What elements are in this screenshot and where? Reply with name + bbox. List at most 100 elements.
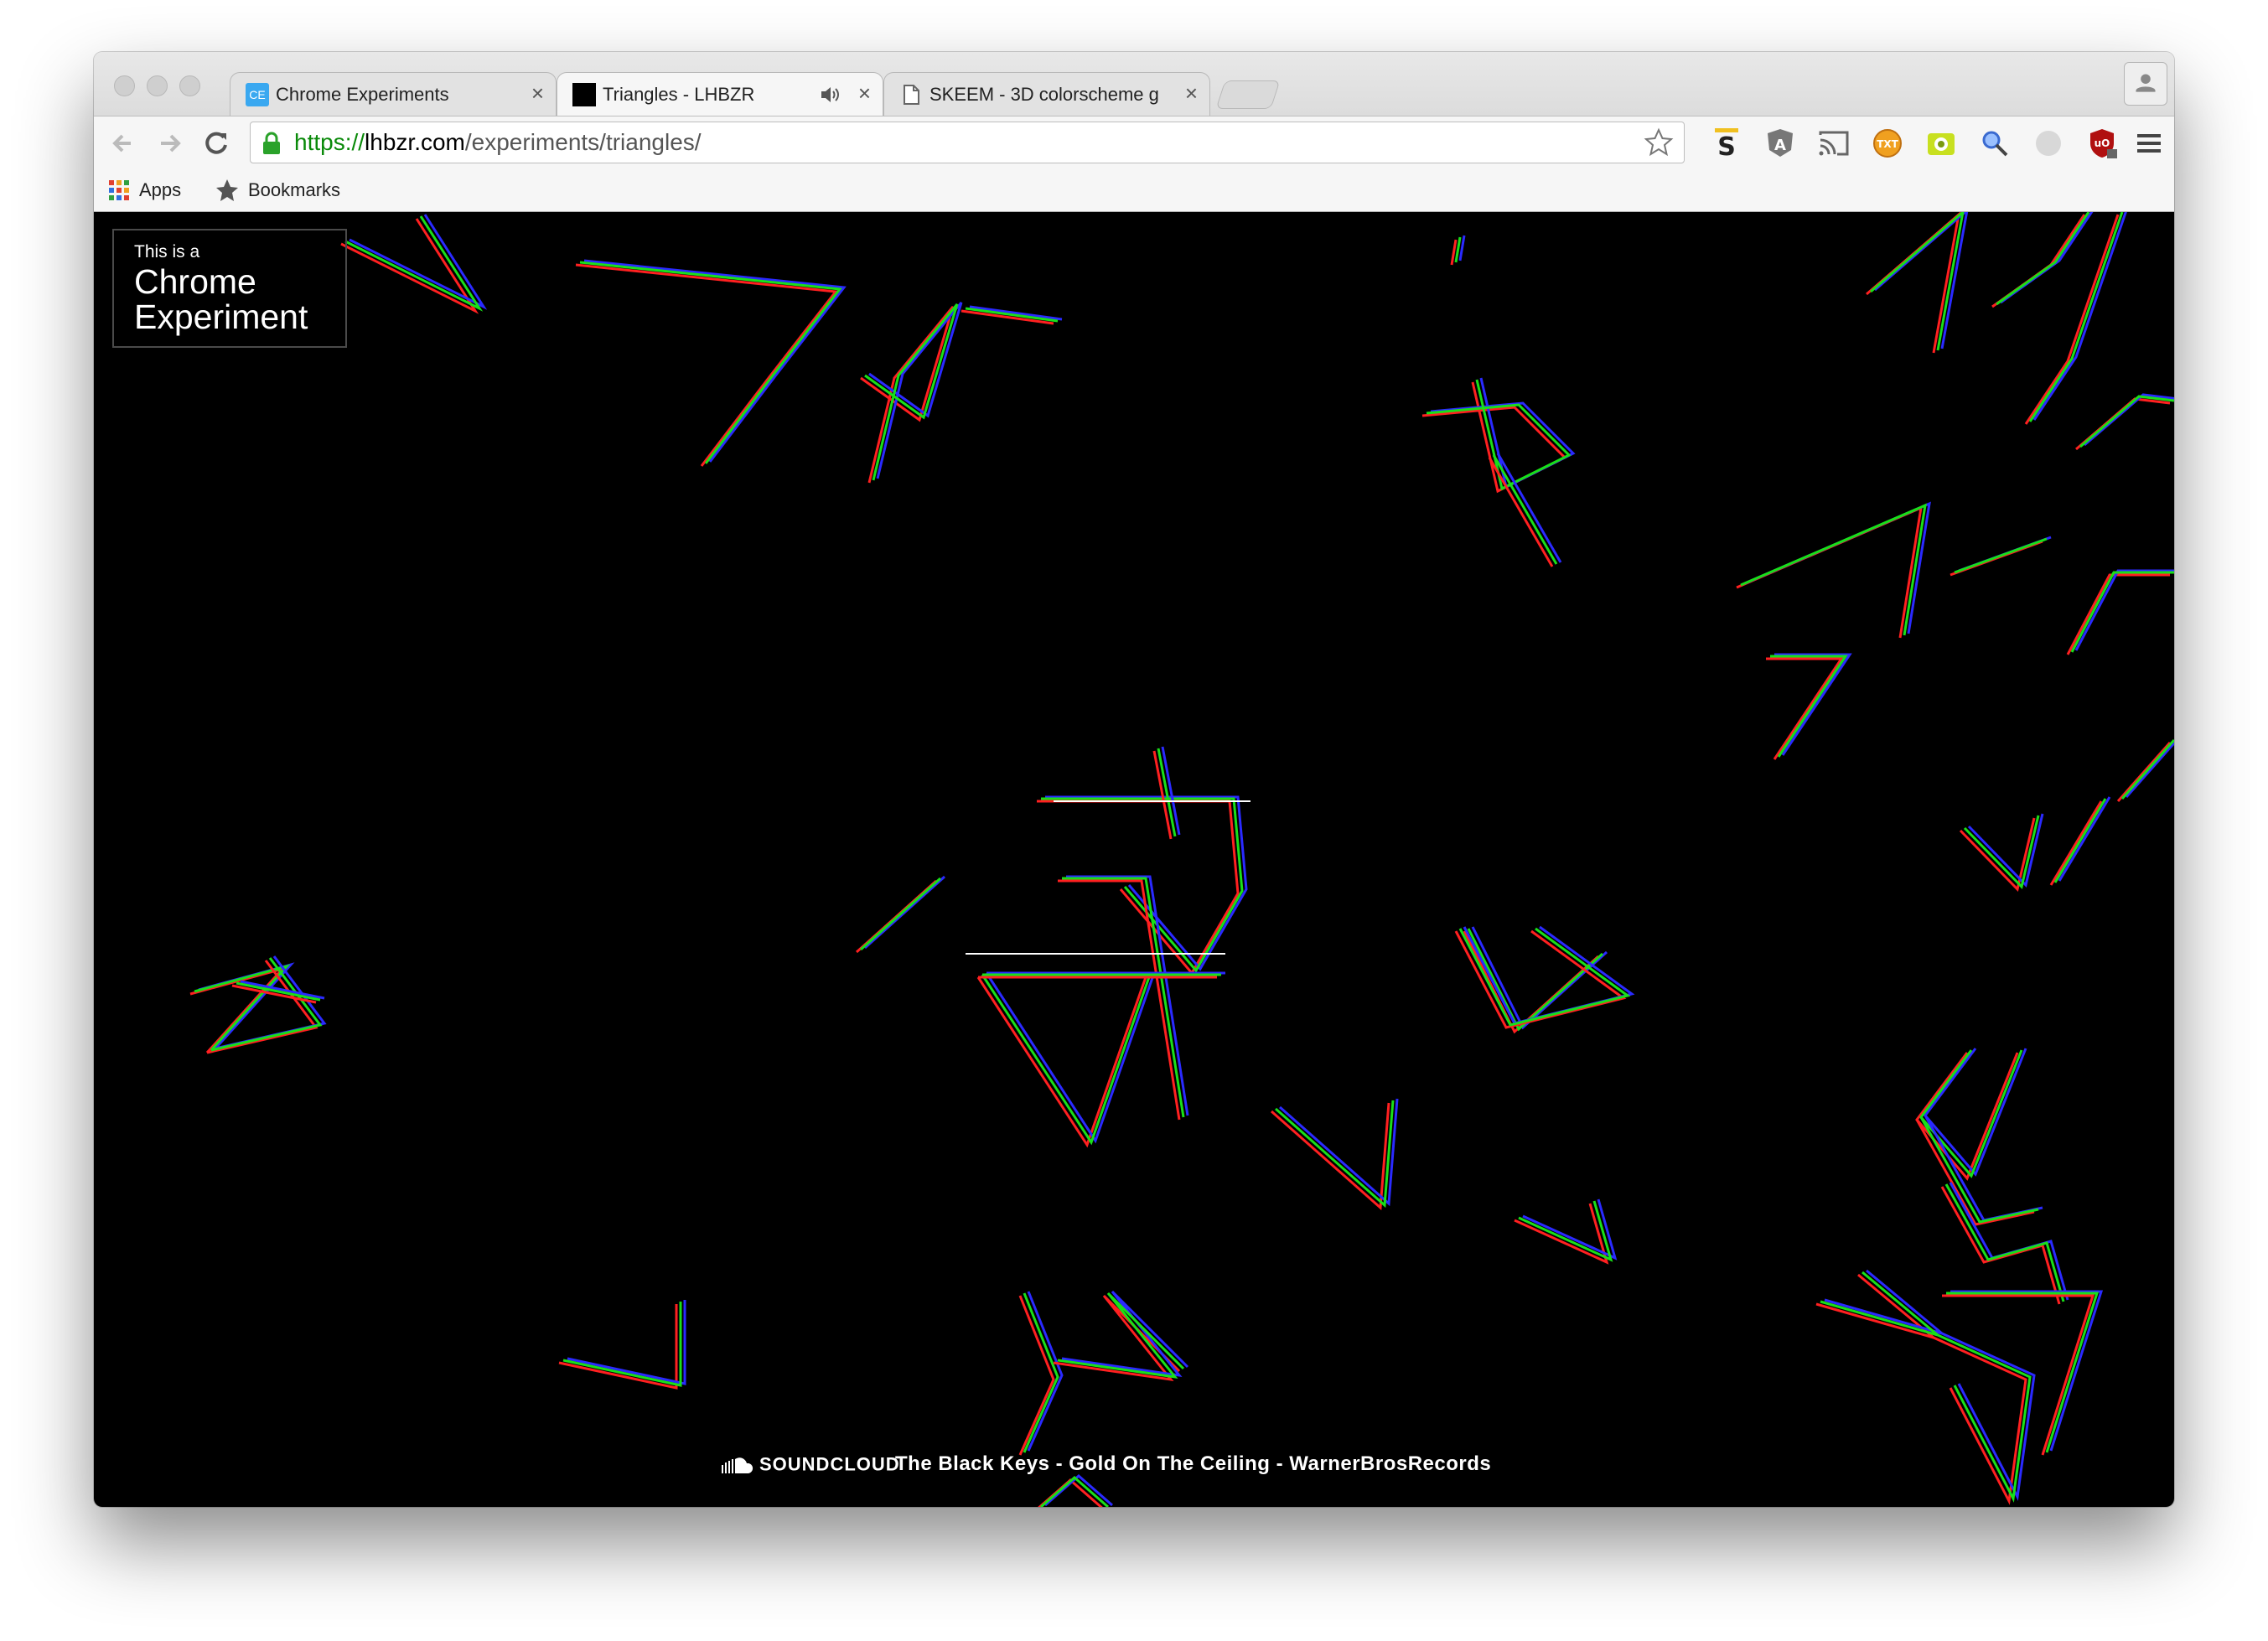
browser-window: CE Chrome Experiments × Triangles - LHBZ… bbox=[94, 52, 2174, 1507]
triangle-stroke bbox=[2070, 571, 2174, 653]
stylebot-icon[interactable]: S bbox=[1710, 127, 1743, 160]
bookmark-star-icon[interactable] bbox=[1644, 127, 1674, 158]
triangle-stroke bbox=[1874, 212, 1969, 349]
tab-title: Triangles - LHBZR bbox=[603, 84, 755, 105]
triangle-stroke bbox=[2053, 798, 2107, 883]
triangle-stroke bbox=[2024, 214, 2120, 425]
txt-icon[interactable]: TXT bbox=[1871, 127, 1904, 160]
lock-icon bbox=[263, 132, 280, 154]
tab-chrome-experiments[interactable]: CE Chrome Experiments × bbox=[230, 72, 557, 116]
triangle-stroke bbox=[1037, 800, 1240, 976]
triangle-stroke bbox=[1933, 1336, 2027, 1505]
page-canvas[interactable]: This is a Chrome Experiment SOUNDCLOUD T… bbox=[94, 212, 2174, 1507]
soundcloud-cloud-icon bbox=[722, 1457, 753, 1473]
triangle-stroke bbox=[1991, 214, 2086, 308]
circle-icon[interactable] bbox=[2032, 127, 2065, 160]
svg-text:A: A bbox=[1774, 137, 1786, 154]
screenshot-icon[interactable] bbox=[1924, 127, 1958, 160]
track-title[interactable]: The Black Keys - Gold On The Ceiling - W… bbox=[895, 1452, 1491, 1476]
close-tab-icon[interactable]: × bbox=[858, 80, 871, 106]
tab-triangles[interactable]: Triangles - LHBZR × bbox=[557, 72, 883, 116]
triangle-stroke bbox=[1458, 927, 1631, 1027]
cast-icon[interactable] bbox=[1817, 127, 1851, 160]
triangle-stroke bbox=[583, 259, 847, 463]
triangle-stroke bbox=[1492, 454, 1558, 565]
triangle-stroke bbox=[1488, 457, 1554, 567]
triangles-layer bbox=[189, 212, 2174, 1507]
triangle-stroke bbox=[1496, 453, 1562, 563]
badge-title: Chrome Experiment bbox=[134, 264, 308, 334]
triangle-stroke bbox=[1058, 879, 1181, 1121]
triangle-stroke bbox=[1279, 1098, 1399, 1207]
triangle-stroke bbox=[2120, 739, 2174, 800]
audio-playing-icon[interactable] bbox=[819, 85, 841, 105]
triangle-stroke bbox=[1770, 655, 1848, 758]
triangle-stroke bbox=[579, 261, 842, 464]
minimize-window-button[interactable] bbox=[147, 75, 168, 96]
svg-text:S: S bbox=[1717, 132, 1736, 160]
url-text[interactable]: https://lhbzr.com/experiments/triangles/ bbox=[294, 129, 702, 156]
triangle-stroke bbox=[567, 1300, 686, 1385]
url-path: /experiments/triangles/ bbox=[464, 129, 702, 155]
zoom-window-button[interactable] bbox=[179, 75, 200, 96]
apps-label: Apps bbox=[139, 179, 182, 201]
bookmarks-bar: Apps Bookmarks bbox=[94, 168, 2174, 212]
forward-arrow-icon[interactable] bbox=[151, 125, 188, 162]
triangle-stroke bbox=[1740, 503, 1927, 636]
address-bar[interactable]: https://lhbzr.com/experiments/triangles/ bbox=[250, 122, 1685, 163]
triangle-stroke bbox=[575, 263, 838, 467]
triangle-stroke bbox=[1915, 1052, 2019, 1181]
triangle-stroke bbox=[1766, 657, 1844, 760]
triangle-stroke bbox=[562, 1302, 682, 1387]
close-window-button[interactable] bbox=[114, 75, 135, 96]
triangle-stroke bbox=[863, 875, 946, 950]
black-square-favicon-icon bbox=[572, 83, 596, 106]
angular-icon[interactable]: A bbox=[1763, 127, 1797, 160]
triangle-stroke bbox=[1744, 501, 1931, 634]
triangle-stroke bbox=[2049, 800, 2103, 886]
triangle-stroke bbox=[2066, 573, 2170, 655]
triangle-stroke bbox=[965, 307, 1059, 323]
close-tab-icon[interactable]: × bbox=[531, 80, 544, 106]
ublock-icon[interactable]: uO bbox=[2085, 127, 2119, 160]
apps-shortcut[interactable]: Apps bbox=[107, 176, 181, 203]
bookmarks-folder[interactable]: Bookmarks bbox=[215, 176, 340, 203]
tab-title: SKEEM - 3D colorscheme g bbox=[929, 84, 1159, 105]
page-icon bbox=[904, 85, 919, 105]
triangle-stroke bbox=[2116, 742, 2172, 802]
back-arrow-icon[interactable] bbox=[106, 125, 142, 162]
badge-line-1: Chrome bbox=[134, 262, 256, 301]
new-tab-button[interactable] bbox=[1215, 80, 1281, 109]
triangle-stroke bbox=[189, 966, 287, 1054]
triangle-stroke bbox=[1870, 212, 1965, 351]
triangle-stroke bbox=[1463, 925, 1635, 1025]
tab-title: Chrome Experiments bbox=[276, 84, 449, 105]
triangle-stroke bbox=[558, 1304, 678, 1390]
triangle-stroke bbox=[1062, 877, 1185, 1118]
triangle-stroke bbox=[860, 306, 955, 484]
tab-strip: CE Chrome Experiments × Triangles - LHBZ… bbox=[94, 52, 2174, 116]
url-host: lhbzr.com bbox=[365, 129, 465, 155]
triangle-stroke bbox=[1161, 746, 1181, 836]
triangle-stroke bbox=[1066, 875, 1189, 1116]
badge-line-2: Experiment bbox=[134, 298, 308, 336]
svg-text:uO: uO bbox=[2095, 137, 2110, 149]
close-tab-icon[interactable]: × bbox=[1185, 80, 1198, 106]
triangle-stroke bbox=[1954, 537, 2048, 574]
reload-icon[interactable] bbox=[198, 125, 235, 162]
bookmarks-label: Bookmarks bbox=[248, 179, 341, 201]
triangle-stroke bbox=[1736, 505, 1923, 639]
triangle-stroke bbox=[1057, 1292, 1185, 1380]
triangles-scene bbox=[189, 212, 2174, 1507]
svg-text:TXT: TXT bbox=[1877, 138, 1898, 150]
tab-skeem[interactable]: SKEEM - 3D colorscheme g × bbox=[883, 72, 1210, 116]
chrome-experiment-badge[interactable]: This is a Chrome Experiment bbox=[112, 229, 347, 348]
inspector-icon[interactable] bbox=[1978, 127, 2012, 160]
bookmark-star-filled-icon bbox=[216, 179, 238, 202]
url-scheme: https:// bbox=[294, 129, 365, 155]
menu-icon[interactable] bbox=[2132, 127, 2166, 160]
chrome-experiments-favicon-icon: CE bbox=[246, 83, 269, 106]
triangle-stroke bbox=[1919, 1049, 2023, 1178]
profile-button[interactable] bbox=[2124, 62, 2167, 106]
soundcloud-player[interactable]: SOUNDCLOUD The Black Keys - Gold On The … bbox=[721, 1452, 1491, 1486]
